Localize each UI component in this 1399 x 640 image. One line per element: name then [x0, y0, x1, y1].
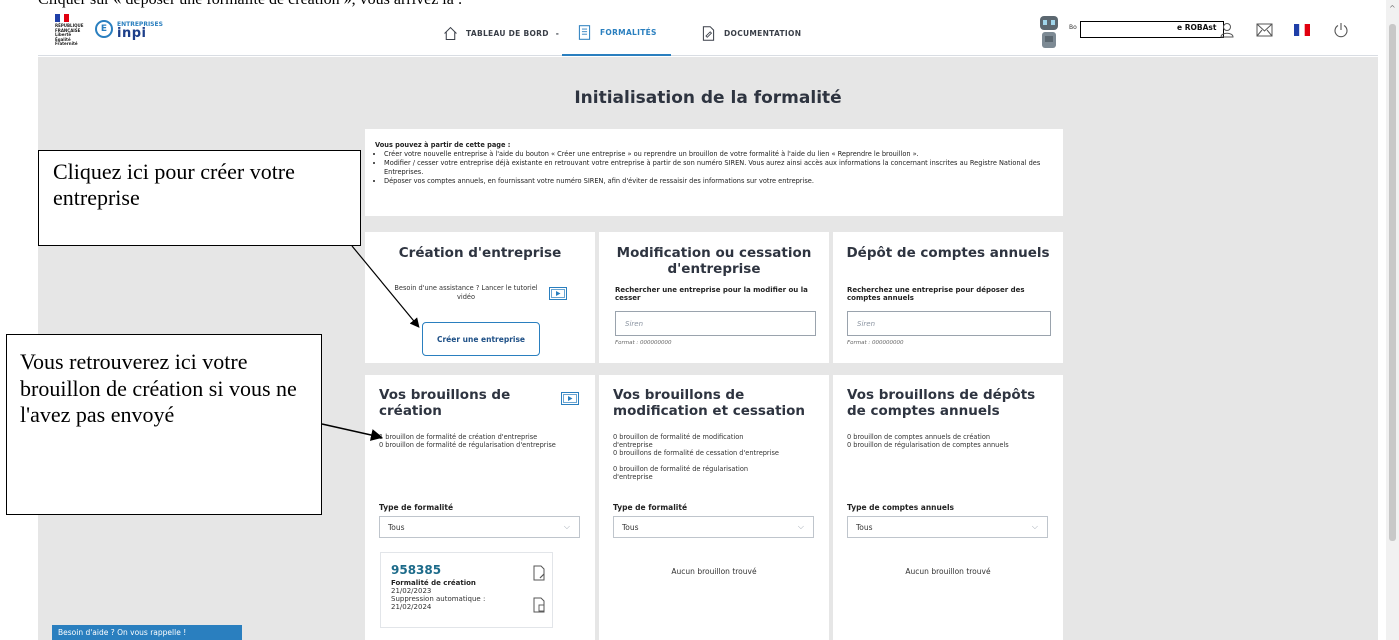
nav-documentation-label: DOCUMENTATION [724, 28, 802, 38]
formalite-type-select[interactable]: Tous ⌵ [379, 516, 580, 538]
draft-meta: 21/02/2023 Suppression automatique : 21/… [391, 587, 485, 611]
no-draft-message: Aucun brouillon trouvé [671, 567, 757, 576]
depot-siren-input[interactable]: Siren [847, 311, 1051, 336]
drafts-creation-count: 1 brouillon de formalité de création d'e… [379, 433, 538, 441]
depot-card: Dépôt de comptes annuels Recherchez une … [833, 232, 1063, 363]
chevron-down-icon: ⌵ [563, 522, 570, 531]
modification-siren-input[interactable]: Siren [615, 311, 816, 336]
nav-documentation[interactable]: DOCUMENTATION [700, 10, 801, 56]
depot-title: Dépôt de comptes annuels [846, 245, 1050, 261]
top-navigation-bar: RÉPUBLIQUE FRANÇAISE Liberté Égalité Fra… [38, 10, 1378, 56]
document-icon [578, 24, 591, 40]
create-company-button[interactable]: Créer une entreprise [422, 322, 540, 356]
filter-label: Type de comptes annuels [847, 503, 954, 512]
modification-title: Modification ou cessation d'entreprise [616, 245, 812, 277]
user-name[interactable]: e ROBAst [1177, 23, 1216, 32]
doc-edit-icon [702, 25, 715, 41]
assist-text: Besoin d'une assistance ? Lancer le tuto… [394, 284, 538, 301]
select-value: Tous [856, 523, 873, 532]
mail-icon[interactable] [1254, 20, 1274, 40]
power-icon[interactable] [1331, 20, 1351, 40]
nav-tableau-suffix: - [555, 28, 560, 38]
draft-kind: Formalité de création [391, 579, 476, 587]
callback-help-button[interactable]: Besoin d'aide ? On vous rappelle ! [52, 625, 242, 640]
depot-format-hint: Format : 000000000 [847, 340, 904, 346]
chevron-down-icon: ⌵ [1031, 522, 1038, 531]
vertical-scrollbar[interactable]: ^ [1386, 0, 1399, 640]
drafts-modification-card: Vos brouillons de modification et cessat… [599, 375, 829, 640]
depot-search-label: Recherchez une entreprise pour déposer d… [847, 286, 1025, 302]
intro-head: Vous pouvez à partir de cette page : [375, 141, 511, 149]
video-play-icon[interactable] [561, 392, 579, 405]
edit-document-icon[interactable] [531, 565, 547, 581]
callout-create: Cliquez ici pour créer votre entreprise [38, 150, 361, 246]
french-flag-icon[interactable] [1292, 20, 1312, 40]
scroll-up-icon[interactable]: ^ [1389, 4, 1396, 13]
nav-tableau-de-bord[interactable]: TABLEAU DE BORD - [442, 10, 559, 56]
drafts-modification-title: Vos brouillons de modification et cessat… [613, 387, 806, 419]
no-draft-message: Aucun brouillon trouvé [905, 567, 991, 576]
marianne-flag-icon [55, 14, 70, 22]
drafts-depot-card: Vos brouillons de dépôts de comptes annu… [833, 375, 1063, 640]
callout-drafts: Vous retrouverez ici votre brouillon de … [6, 334, 322, 515]
home-icon [444, 26, 457, 40]
filter-label: Type de formalité [379, 503, 454, 512]
robot-assistant-icon[interactable] [1036, 12, 1062, 52]
filter-label: Type de formalité [613, 503, 688, 512]
video-play-icon[interactable] [549, 287, 567, 300]
select-value: Tous [622, 523, 639, 532]
page-title: Initialisation de la formalité [574, 88, 842, 108]
draft-date: 21/02/2023 [391, 587, 432, 595]
drafts-depot-title: Vos brouillons de dépôts de comptes annu… [847, 387, 1036, 419]
chevron-down-icon: ⌵ [797, 522, 804, 531]
drafts-creation-title: Vos brouillons de création [379, 387, 511, 419]
drafts-depot-count: 0 brouillon de régularisation de comptes… [847, 441, 1009, 449]
draft-number[interactable]: 958385 [391, 563, 441, 577]
nav-formalites[interactable]: FORMALITÉS [562, 10, 671, 56]
modification-card: Modification ou cessation d'entreprise R… [599, 232, 829, 363]
drafts-depot-count: 0 brouillon de comptes annuels de créati… [847, 433, 991, 441]
intro-item: Modifier / cesser votre entreprise déjà … [384, 159, 1053, 175]
intro-item: Déposer vos comptes annuels, en fourniss… [384, 177, 1053, 185]
rf-logo-text: RÉPUBLIQUE FRANÇAISE Liberté Égalité Fra… [55, 23, 84, 46]
draft-item[interactable]: 958385 Formalité de création 21/02/2023 … [380, 552, 553, 628]
drafts-modification-count: 0 brouillons de formalité de cessation d… [613, 449, 779, 457]
modification-format-hint: Format : 000000000 [615, 340, 672, 346]
user-icon[interactable] [1217, 20, 1237, 40]
republique-francaise-logo[interactable]: RÉPUBLIQUE FRANÇAISE Liberté Égalité Fra… [55, 14, 83, 46]
draft-auto-delete-label: Suppression automatique : [391, 595, 486, 603]
intro-item: Créer votre nouvelle entreprise à l'aide… [384, 150, 1053, 158]
user-name-prefix: Bo [1069, 24, 1077, 31]
intro-box: Vous pouvez à partir de cette page : Cré… [365, 129, 1063, 216]
modification-search-label: Rechercher une entreprise pour la modifi… [615, 286, 808, 302]
drafts-modification-count: 0 brouillon de formalité de régularisati… [613, 465, 749, 481]
nav-tableau-label: TABLEAU DE BORD [466, 28, 549, 38]
inpi-wordmark: inpi [117, 26, 147, 41]
creation-title: Création d'entreprise [398, 245, 562, 261]
comptes-type-select[interactable]: Tous ⌵ [847, 516, 1048, 538]
document-caption: Cliquer sur « déposer une formalité de c… [38, 0, 462, 9]
select-value: Tous [388, 523, 405, 532]
nav-formalites-label: FORMALITÉS [600, 27, 657, 37]
draft-auto-delete-date: 21/02/2024 [391, 603, 432, 611]
scrollbar-thumb[interactable] [1389, 24, 1396, 541]
drafts-creation-count: 0 brouillon de formalité de régularisati… [379, 441, 556, 449]
inpi-e-icon: E [95, 20, 113, 38]
delete-document-icon[interactable] [531, 597, 547, 613]
drafts-modification-count: 0 brouillon de formalité de modification… [613, 433, 744, 449]
formalite-type-select[interactable]: Tous ⌵ [613, 516, 814, 538]
inpi-logo[interactable]: E ENTREPRISES inpi [95, 18, 163, 40]
